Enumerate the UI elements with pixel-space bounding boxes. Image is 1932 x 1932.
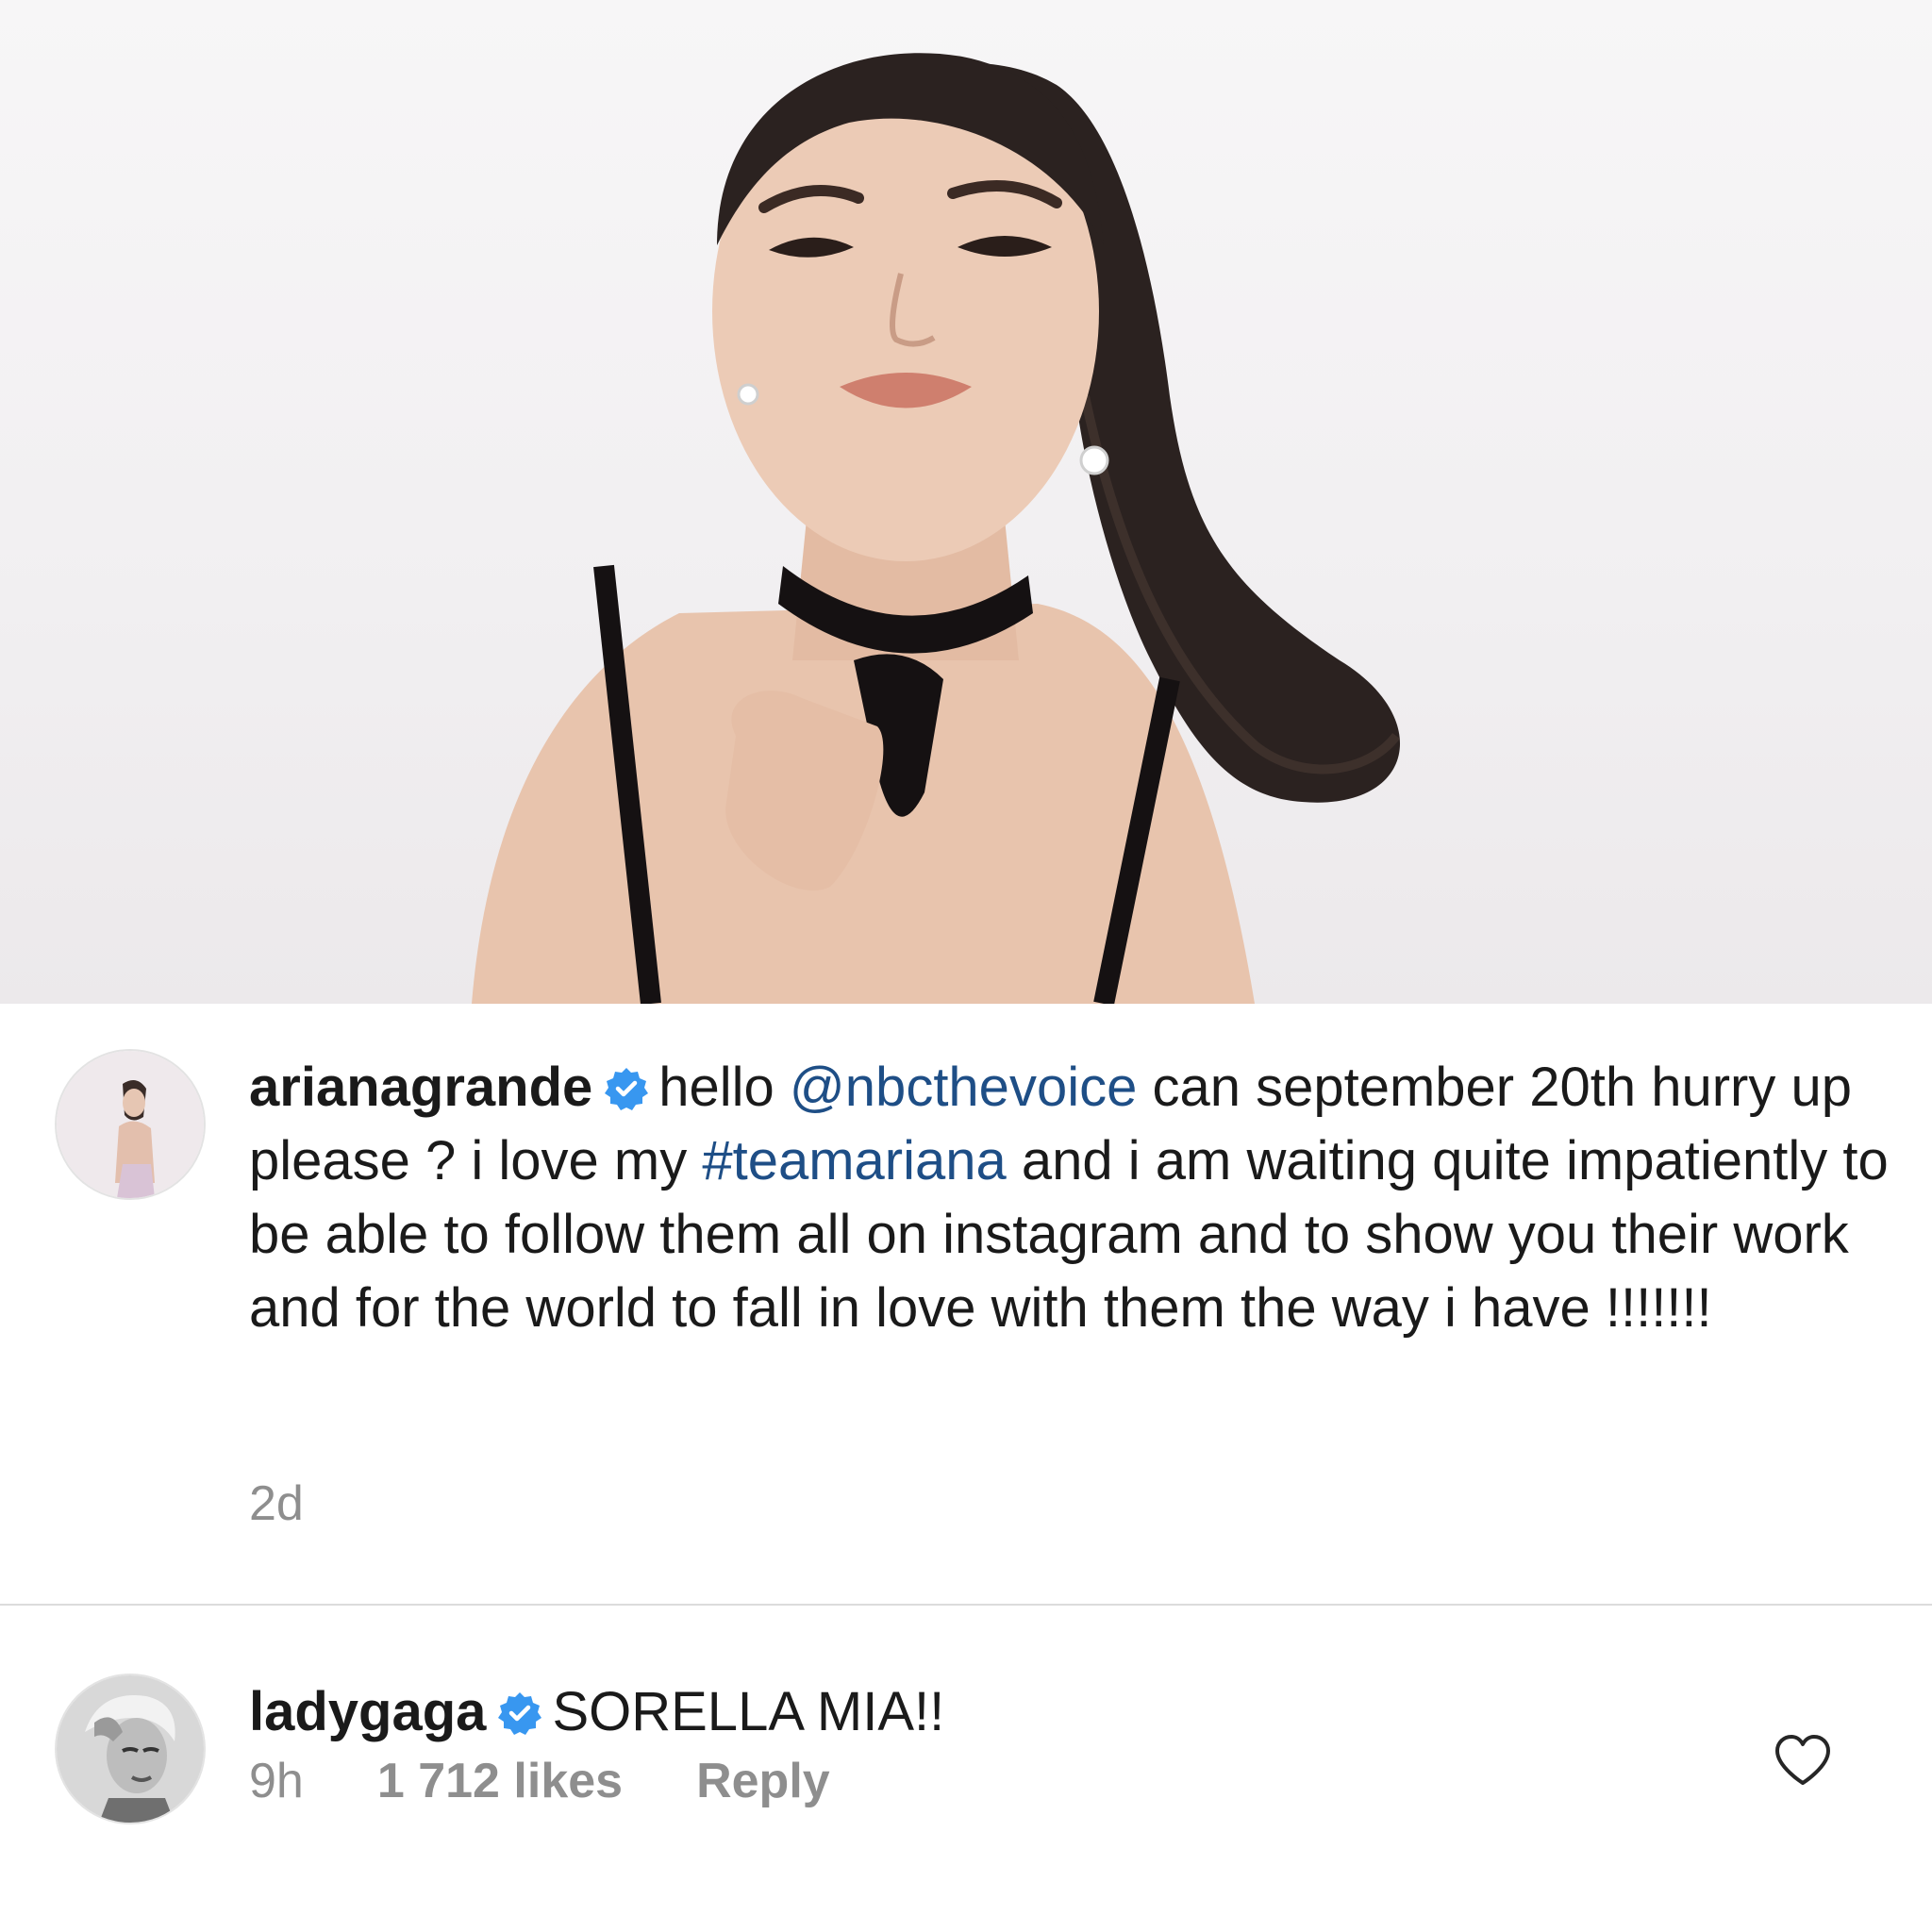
comment-text: SORELLA MIA!! [552, 1681, 945, 1742]
avatar-arianagrande[interactable] [57, 1051, 204, 1198]
heart-outline-icon[interactable] [1774, 1734, 1832, 1787]
comment-timestamp: 9h [249, 1754, 304, 1808]
hashtag-link[interactable]: #teamariana [702, 1130, 1006, 1191]
verified-badge-icon [498, 1692, 542, 1735]
comment-text-block: ladygaga SORELLA MIA!! [249, 1675, 1890, 1749]
comment-text-block: arianagrande hello @nbcthevoice can septe… [249, 1051, 1890, 1345]
portrait-illustration [472, 53, 1401, 1004]
verified-badge-icon [605, 1068, 649, 1110]
comment-divider [0, 1604, 1932, 1606]
avatar-ladygaga[interactable] [57, 1675, 204, 1823]
post-photo[interactable] [0, 0, 1932, 1004]
reply-button[interactable]: Reply [696, 1754, 830, 1808]
username-arianagrande[interactable]: arianagrande [249, 1057, 592, 1118]
comment-meta: 9h 1 712 likes Reply [249, 1753, 904, 1809]
likes-count[interactable]: 1 712 likes [377, 1754, 623, 1808]
comment-meta: 2d [249, 1475, 377, 1532]
comment-timestamp: 2d [249, 1476, 304, 1531]
mention-link[interactable]: @nbcthevoice [790, 1057, 1137, 1118]
comment-text: hello [658, 1057, 790, 1118]
username-ladygaga[interactable]: ladygaga [249, 1681, 486, 1742]
